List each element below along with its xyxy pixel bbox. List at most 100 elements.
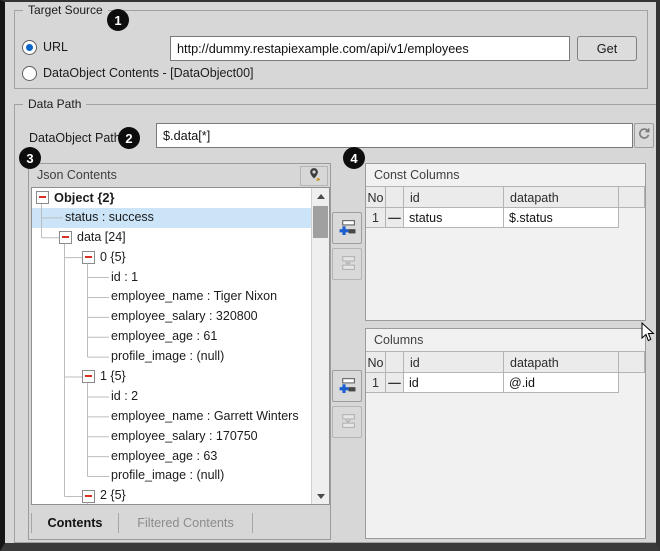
arrow-pointer-icon (641, 322, 655, 343)
refresh-icon (637, 127, 651, 144)
column-header (386, 186, 404, 208)
tree-node-label: employee_age : 61 (111, 327, 217, 347)
tree-node[interactable]: employee_age : 61 (32, 327, 312, 347)
tree-node-label: data [24] (77, 228, 126, 248)
tree-node[interactable]: profile_image : (null) (32, 466, 312, 486)
tree-node[interactable]: id : 1 (32, 268, 312, 288)
tree-node[interactable]: 0 {5} (32, 248, 312, 268)
collapse-minus-icon[interactable] (82, 370, 95, 383)
step-badge-3: 3 (19, 147, 41, 169)
const-columns-panel: Const Columns Noiddatapath1—status$.stat… (365, 163, 646, 321)
add-row-icon (339, 376, 356, 396)
dialog-body: Target Source 1 URL http://dummy.restapi… (5, 2, 656, 543)
const-columns-title: Const Columns (374, 168, 459, 182)
tree-node-label: employee_age : 63 (111, 447, 217, 467)
step-badge-2: 2 (118, 127, 140, 149)
row-grip-cell[interactable]: — (386, 208, 404, 228)
tree-node[interactable]: employee_name : Garrett Winters (32, 407, 312, 427)
json-tree: Object {2}status : successdata [24]0 {5}… (31, 187, 330, 505)
tree-node[interactable]: employee_name : Tiger Nixon (32, 287, 312, 307)
datapath-input[interactable]: $.data[*] (156, 123, 633, 148)
tree-node-label: employee_salary : 320800 (111, 307, 258, 327)
column-header (619, 351, 645, 373)
row-number-cell: 1 (366, 373, 386, 393)
tree-node[interactable]: profile_image : (null) (32, 347, 312, 367)
empty-cell (619, 208, 645, 228)
tree-scrollbar[interactable] (311, 188, 329, 504)
location-pin-icon (307, 167, 322, 185)
collapse-minus-icon[interactable] (82, 490, 95, 503)
scroll-up-button[interactable] (312, 188, 329, 204)
json-contents-panel: Json Contents Object {2}status : success… (28, 163, 331, 540)
duplicate-row-icon (339, 254, 356, 274)
column-header: datapath (504, 351, 619, 373)
url-radio[interactable] (22, 40, 37, 55)
mouse-cursor (641, 322, 655, 346)
tree-node-label: status : success (65, 208, 154, 228)
tree-node-label: 2 {5} (100, 486, 126, 505)
datapath-cell[interactable]: @.id (504, 373, 619, 393)
empty-cell (619, 373, 645, 393)
triangle-up-icon (317, 194, 325, 199)
dataobject-path-label: DataObject Path (29, 131, 121, 145)
tab-filtered-contents[interactable]: Filtered Contents (119, 507, 252, 539)
tree-node[interactable]: Object {2} (32, 188, 312, 208)
const-columns-table: Noiddatapath1—status$.status (366, 186, 645, 228)
tree-node[interactable]: 1 {5} (32, 367, 312, 387)
collapse-minus-icon[interactable] (36, 191, 49, 204)
columns-duplicate-row-button[interactable] (332, 406, 362, 438)
column-header: datapath (504, 186, 619, 208)
tree-node[interactable]: employee_salary : 320800 (32, 307, 312, 327)
tab-contents[interactable]: Contents (32, 507, 118, 539)
collapse-minus-icon[interactable] (82, 251, 95, 264)
column-header: No (366, 351, 386, 373)
columns-add-row-button[interactable] (332, 370, 362, 402)
tree-tabbar: ContentsFiltered Contents (31, 507, 328, 539)
tree-node-label: 0 {5} (100, 248, 126, 268)
scroll-down-button[interactable] (312, 488, 329, 504)
tree-node[interactable]: id : 2 (32, 387, 312, 407)
const-duplicate-row-button[interactable] (332, 248, 362, 280)
column-header: id (404, 351, 504, 373)
tree-rows: Object {2}status : successdata [24]0 {5}… (32, 188, 312, 505)
tree-node-label: profile_image : (null) (111, 347, 224, 367)
column-header (386, 351, 404, 373)
tree-node-label: 1 {5} (100, 367, 126, 387)
columns-table: Noiddatapath 1—id@.id (366, 351, 645, 393)
url-input[interactable]: http://dummy.restapiexample.com/api/v1/e… (170, 36, 570, 61)
data-path-title: Data Path (23, 97, 86, 111)
datapath-cell[interactable]: $.status (504, 208, 619, 228)
column-header (619, 186, 645, 208)
tree-node[interactable]: data [24] (32, 228, 312, 248)
column-header: id (404, 186, 504, 208)
tree-node-label: id : 2 (111, 387, 138, 407)
dataobject-radio-label[interactable]: DataObject Contents - [DataObject00] (43, 66, 254, 80)
row-grip-cell[interactable]: — (386, 373, 404, 393)
tree-node[interactable]: 2 {5} (32, 486, 312, 505)
collapse-minus-icon[interactable] (59, 231, 72, 244)
tree-node[interactable]: employee_age : 63 (32, 447, 312, 467)
add-row-icon (339, 218, 356, 238)
step-badge-1: 1 (107, 9, 129, 31)
triangle-down-icon (317, 494, 325, 499)
id-cell[interactable]: status (404, 208, 504, 228)
tree-node-label: Object {2} (54, 188, 114, 208)
row-number-cell: 1 (366, 208, 386, 228)
tab-separator (252, 513, 253, 533)
url-radio-label[interactable]: URL (43, 40, 68, 54)
tree-node-label: id : 1 (111, 268, 138, 288)
tree-node-label: employee_salary : 170750 (111, 427, 258, 447)
tree-node[interactable]: employee_salary : 170750 (32, 427, 312, 447)
tree-node[interactable]: status : success (32, 208, 312, 228)
get-button[interactable]: Get (577, 36, 637, 61)
json-contents-title: Json Contents (37, 168, 117, 182)
tree-node-label: profile_image : (null) (111, 466, 224, 486)
dataobject-radio[interactable] (22, 66, 37, 81)
scrollbar-thumb[interactable] (313, 206, 328, 238)
duplicate-row-icon (339, 412, 356, 432)
refresh-button[interactable] (634, 123, 654, 148)
tree-node-label: employee_name : Tiger Nixon (111, 287, 277, 307)
const-add-row-button[interactable] (332, 212, 362, 244)
pin-button[interactable] (300, 166, 328, 186)
id-cell[interactable]: id (404, 373, 504, 393)
